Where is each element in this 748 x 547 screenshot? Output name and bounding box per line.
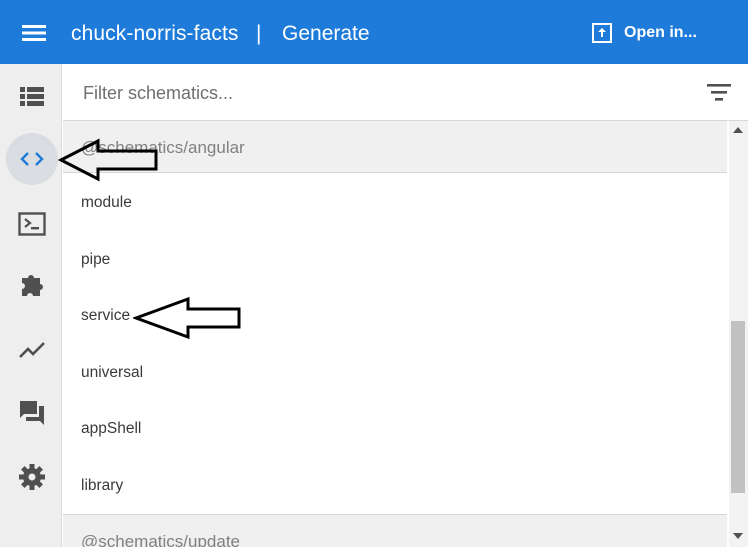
list-item-label: module xyxy=(81,194,132,211)
list-item-label: appShell xyxy=(81,420,142,437)
filter-list-icon[interactable] xyxy=(706,80,732,104)
list-icon xyxy=(20,87,44,106)
hamburger-menu-icon[interactable] xyxy=(20,21,48,45)
open-in-button[interactable]: Open in... xyxy=(590,18,697,48)
gear-icon xyxy=(19,464,45,490)
puzzle-icon xyxy=(22,275,43,296)
schematic-item-appshell[interactable]: appShell xyxy=(63,401,727,457)
scroll-down-arrow-icon[interactable] xyxy=(733,533,743,539)
rail-item-projects[interactable] xyxy=(6,70,58,122)
scroll-thumb[interactable] xyxy=(731,321,745,493)
open-in-label: Open in... xyxy=(624,24,697,41)
page-title: Generate xyxy=(282,22,370,45)
forum-icon xyxy=(20,401,44,425)
rail-item-analytics[interactable] xyxy=(6,324,58,376)
list-item-label: library xyxy=(81,477,124,494)
trending-icon xyxy=(19,342,45,358)
code-icon xyxy=(20,152,44,166)
filter-schematics-input[interactable] xyxy=(81,78,665,108)
schematic-item-pipe[interactable]: pipe xyxy=(63,232,727,288)
rail-item-generate[interactable] xyxy=(6,133,58,185)
project-title: chuck-norris-facts xyxy=(71,22,239,45)
top-toolbar: chuck-norris-facts | Generate Open in... xyxy=(0,0,748,64)
vertical-scrollbar[interactable] xyxy=(729,121,748,547)
terminal-icon xyxy=(18,212,46,236)
schematic-item-universal[interactable]: universal xyxy=(63,345,727,401)
schematic-item-module[interactable]: module xyxy=(63,175,727,231)
rail-item-settings[interactable] xyxy=(6,451,58,503)
annotation-arrow-icon xyxy=(58,138,158,182)
group-header-angular[interactable]: @schematics/angular xyxy=(63,121,727,173)
title-separator: | xyxy=(256,22,262,45)
annotation-arrow-icon xyxy=(133,296,241,340)
navigation-rail xyxy=(0,64,62,547)
list-item-label: service xyxy=(81,307,131,324)
group-header-update[interactable]: @schematics/update xyxy=(63,514,727,547)
open-in-new-icon xyxy=(592,23,612,43)
rail-item-forum[interactable] xyxy=(6,387,58,439)
rail-item-extensions[interactable] xyxy=(6,259,58,311)
list-item-label: pipe xyxy=(81,251,111,268)
rail-item-terminal[interactable] xyxy=(6,198,58,250)
group-title: @schematics/update xyxy=(81,532,241,547)
list-item-label: universal xyxy=(81,364,144,381)
schematic-item-library[interactable]: library xyxy=(63,458,727,514)
scroll-up-arrow-icon[interactable] xyxy=(733,127,743,133)
filter-bar xyxy=(63,64,748,121)
